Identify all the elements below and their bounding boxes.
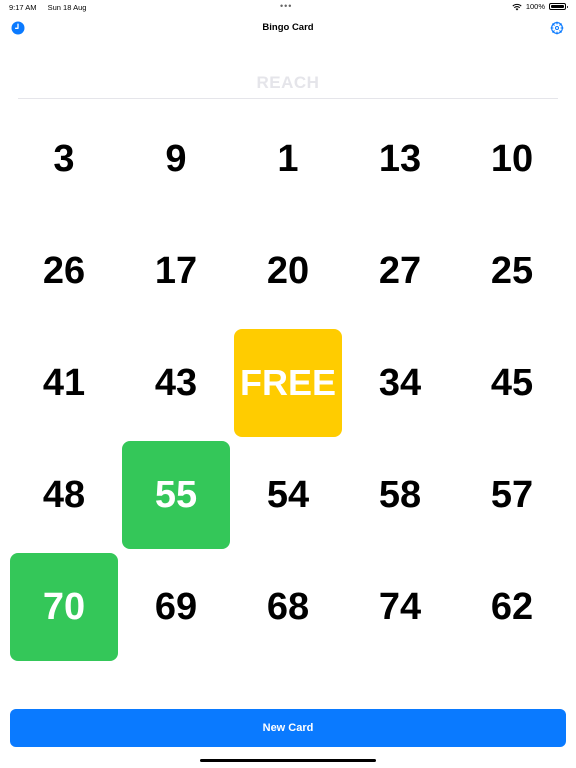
status-left: 9:17 AM Sun 18 Aug [9, 3, 95, 12]
bingo-cell[interactable]: 3 [10, 105, 118, 213]
nav-bar: Bingo Card [0, 16, 576, 40]
divider [18, 98, 558, 99]
new-card-button[interactable]: New Card [10, 709, 566, 747]
bingo-cell[interactable]: 13 [346, 105, 454, 213]
wifi-icon [512, 3, 522, 10]
bingo-cell[interactable]: 43 [122, 329, 230, 437]
bingo-cell[interactable]: 48 [10, 441, 118, 549]
status-bar: 9:17 AM Sun 18 Aug ••• 100% [0, 0, 576, 14]
status-right: 100% [512, 2, 568, 11]
bingo-cell[interactable]: 20 [234, 217, 342, 325]
bingo-cell-free[interactable]: FREE [234, 329, 342, 437]
bingo-cell[interactable]: 74 [346, 553, 454, 661]
bingo-cell[interactable]: 10 [458, 105, 566, 213]
bingo-cell[interactable]: 55 [122, 441, 230, 549]
bingo-cell[interactable]: 34 [346, 329, 454, 437]
bingo-cell[interactable]: 57 [458, 441, 566, 549]
home-indicator[interactable] [200, 759, 376, 762]
bingo-cell[interactable]: 41 [10, 329, 118, 437]
bingo-cell[interactable]: 70 [10, 553, 118, 661]
bingo-cell[interactable]: 58 [346, 441, 454, 549]
bingo-cell[interactable]: 25 [458, 217, 566, 325]
bingo-cell[interactable]: 9 [122, 105, 230, 213]
bingo-cell[interactable]: 45 [458, 329, 566, 437]
bingo-grid: 3 9 1 13 10 26 17 20 27 25 41 43 FREE 34 45 48 55 54 58 57 7… [8, 103, 568, 663]
bingo-cell[interactable]: 1 [234, 105, 342, 213]
status-date: Sun 18 Aug [47, 3, 87, 12]
nav-title: Bingo Card [262, 22, 314, 33]
bingo-cell[interactable]: 27 [346, 217, 454, 325]
bingo-cell[interactable]: 17 [122, 217, 230, 325]
bingo-cell[interactable]: 69 [122, 553, 230, 661]
battery-percent: 100% [525, 2, 545, 11]
bingo-cell[interactable]: 68 [234, 553, 342, 661]
reach-label: REACH [256, 73, 320, 92]
status-time: 9:17 AM [9, 3, 37, 12]
battery-icon [549, 3, 568, 10]
gear-icon[interactable] [550, 21, 564, 35]
bingo-cell[interactable]: 26 [10, 217, 118, 325]
bingo-cell[interactable]: 62 [458, 553, 566, 661]
bingo-cell[interactable]: 54 [234, 441, 342, 549]
multitasking-dots[interactable]: ••• [280, 1, 292, 11]
